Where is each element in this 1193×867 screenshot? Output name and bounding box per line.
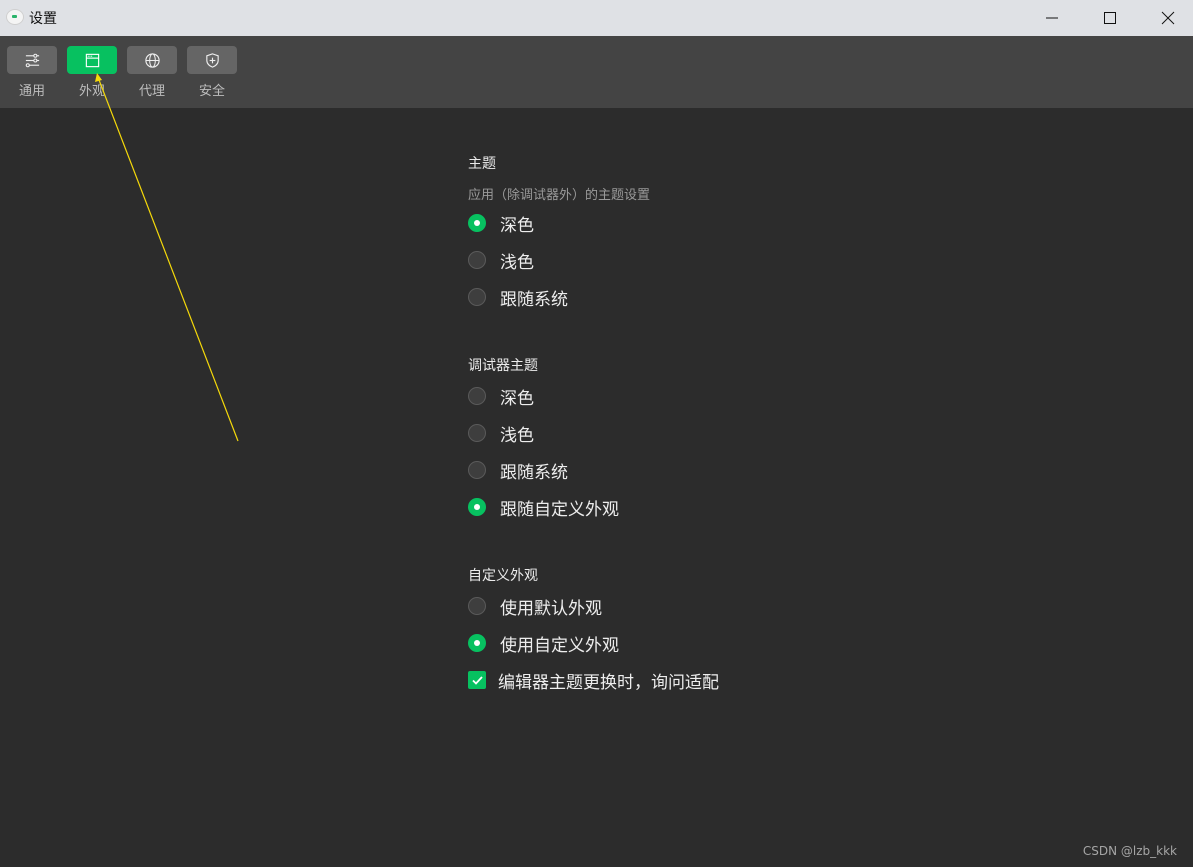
custom-appearance-section-title: 自定义外观 (468, 568, 538, 584)
radio-button[interactable] (468, 597, 486, 615)
custom-appearance-option-default[interactable]: 使用默认外观 (468, 595, 602, 619)
ask-adapt-on-editor-theme-change-checkbox[interactable]: 编辑器主题更换时，询问适配 (468, 669, 719, 693)
app-logo-icon (6, 9, 24, 25)
checkbox-label: 编辑器主题更换时，询问适配 (498, 672, 719, 693)
close-icon (1161, 11, 1175, 25)
debugger-theme-option-light[interactable]: 浅色 (468, 422, 534, 446)
theme-option-dark[interactable]: 深色 (468, 212, 534, 236)
debugger-theme-option-system[interactable]: 跟随系统 (468, 459, 568, 483)
tab-general-label[interactable]: 通用 (7, 80, 57, 99)
radio-button[interactable] (468, 387, 486, 405)
radio-button[interactable] (468, 288, 486, 306)
checkmark-icon (471, 675, 483, 685)
tab-proxy-label[interactable]: 代理 (127, 80, 177, 99)
debugger-theme-option-custom[interactable]: 跟随自定义外观 (468, 496, 619, 520)
debugger-theme-option-dark[interactable]: 深色 (468, 385, 534, 409)
option-label: 跟随系统 (500, 462, 568, 483)
annotation-arrow-line (98, 79, 239, 442)
radio-button[interactable] (468, 424, 486, 442)
theme-option-light[interactable]: 浅色 (468, 249, 534, 273)
theme-option-system[interactable]: 跟随系统 (468, 286, 568, 310)
sliders-icon (25, 53, 39, 67)
radio-button[interactable] (468, 634, 486, 652)
option-label: 跟随自定义外观 (500, 499, 619, 520)
theme-section-title: 主题 (468, 156, 496, 172)
close-button[interactable] (1139, 0, 1193, 36)
radio-button[interactable] (468, 251, 486, 269)
tab-proxy[interactable] (127, 46, 177, 74)
theme-section-description: 应用（除调试器外）的主题设置 (468, 188, 651, 203)
option-label: 浅色 (500, 425, 534, 446)
watermark: CSDN @lzb_kkk (1082, 844, 1177, 858)
tab-general[interactable] (7, 46, 57, 74)
annotation-arrow (95, 73, 239, 442)
tab-security[interactable] (187, 46, 237, 74)
radio-button[interactable] (468, 461, 486, 479)
option-label: 使用自定义外观 (500, 635, 619, 656)
option-label: 使用默认外观 (500, 598, 602, 619)
custom-appearance-option-custom[interactable]: 使用自定义外观 (468, 632, 619, 656)
option-label: 跟随系统 (500, 289, 568, 310)
maximize-icon (1104, 12, 1116, 24)
debugger-theme-section-title: 调试器主题 (468, 358, 538, 374)
checkbox[interactable] (468, 671, 486, 689)
settings-toolbar: 通用 外观 代理 安全 (0, 36, 1193, 108)
option-label: 深色 (500, 388, 534, 409)
radio-button[interactable] (468, 214, 486, 232)
tab-appearance[interactable] (67, 46, 117, 74)
window-title: 设置 (29, 11, 57, 27)
option-label: 深色 (500, 215, 534, 236)
title-bar: 设置 (0, 0, 1193, 36)
option-label: 浅色 (500, 252, 534, 273)
tab-security-label[interactable]: 安全 (187, 80, 237, 99)
maximize-button[interactable] (1081, 0, 1139, 36)
tab-appearance-label[interactable]: 外观 (67, 80, 117, 99)
minimize-icon (1046, 17, 1058, 19)
shield-icon (205, 52, 219, 68)
radio-button[interactable] (468, 498, 486, 516)
minimize-button[interactable] (1023, 0, 1081, 36)
globe-icon (144, 52, 160, 68)
window-icon (85, 53, 99, 67)
